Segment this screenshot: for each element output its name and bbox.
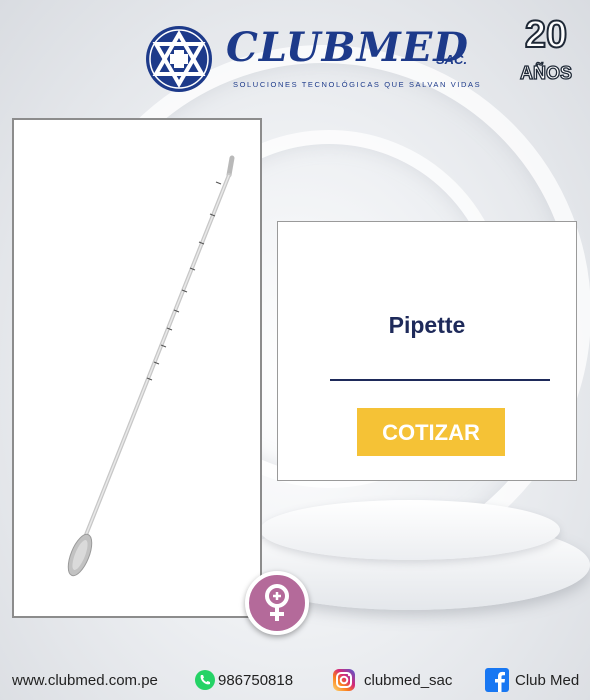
website-link[interactable]: www.clubmed.com.pe bbox=[12, 672, 158, 689]
title-divider bbox=[330, 379, 550, 381]
whatsapp-number[interactable]: 986750818 bbox=[218, 672, 293, 689]
product-image-card bbox=[12, 118, 262, 618]
product-title: Pipette bbox=[388, 312, 466, 338]
anniversary-label: AÑOS bbox=[519, 63, 572, 83]
female-symbol-icon bbox=[265, 584, 289, 621]
brand-name: CLUBMED bbox=[226, 24, 469, 71]
instagram-handle[interactable]: clubmed_sac bbox=[364, 672, 452, 689]
podium-top bbox=[260, 500, 560, 560]
facebook-page[interactable]: Club Med bbox=[515, 672, 579, 689]
brand-tagline: SOLUCIONES TECNOLÓGICAS QUE SALVAN VIDAS bbox=[233, 80, 482, 89]
facebook-icon bbox=[485, 668, 509, 692]
instagram-icon bbox=[333, 669, 355, 691]
product-info-card: Pipette COTIZAR bbox=[277, 221, 577, 481]
brand-suffix: SAC. bbox=[436, 52, 468, 67]
star-of-life-logo-icon bbox=[146, 26, 212, 92]
whatsapp-icon bbox=[195, 670, 215, 690]
category-badge[interactable] bbox=[245, 571, 309, 635]
footer: www.clubmed.com.pe 986750818 clubmed_sac… bbox=[0, 662, 590, 700]
pipette-image bbox=[67, 155, 235, 577]
anniversary-number: 20 bbox=[524, 14, 568, 56]
quote-button[interactable]: COTIZAR bbox=[357, 408, 505, 456]
